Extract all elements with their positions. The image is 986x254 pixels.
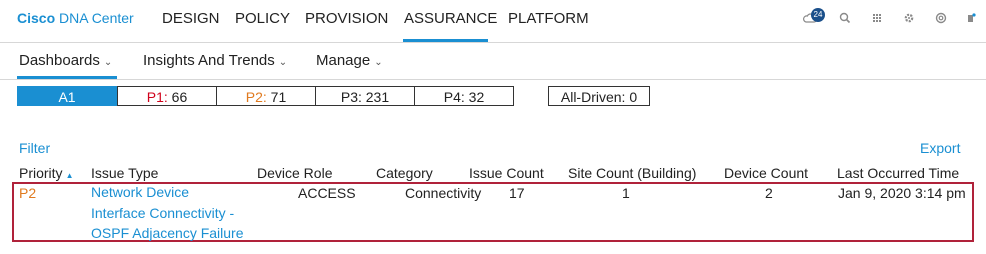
- subnav-dashboards-label: Dashboards: [19, 52, 100, 69]
- chevron-down-icon: ⌄: [103, 57, 113, 68]
- p2-count: 71: [266, 89, 287, 105]
- column-header-category[interactable]: Category: [376, 165, 433, 181]
- nav-assurance[interactable]: ASSURANCE: [404, 10, 497, 27]
- nav-provision[interactable]: PROVISION: [305, 10, 388, 27]
- subnav-active-indicator: [17, 76, 117, 79]
- column-header-site-count[interactable]: Site Count (Building): [568, 165, 696, 181]
- notification-count-badge: 24: [811, 8, 825, 22]
- p1-label: P1:: [146, 89, 168, 105]
- cell-issue-type-line-3[interactable]: OSPF Adjacency Failure: [91, 225, 244, 241]
- brand-bold: Cisco: [17, 10, 56, 26]
- priority-filter-p2[interactable]: P2: 71: [216, 86, 316, 106]
- export-link[interactable]: Export: [920, 140, 960, 156]
- chevron-down-icon: ⌄: [374, 57, 383, 68]
- cell-device-role: ACCESS: [298, 185, 356, 201]
- priority-filter-p3[interactable]: P3: 231: [315, 86, 415, 106]
- cell-issue-type-line-1[interactable]: Network Device: [91, 184, 189, 200]
- nav-policy[interactable]: POLICY: [235, 10, 290, 27]
- filter-link[interactable]: Filter: [19, 140, 50, 156]
- cell-priority: P2: [19, 185, 37, 201]
- column-header-device-role[interactable]: Device Role: [257, 165, 332, 181]
- search-icon[interactable]: [838, 11, 852, 25]
- cell-issue-count: 17: [509, 185, 525, 201]
- column-priority-label: Priority: [19, 165, 63, 181]
- sort-ascending-icon: ▲: [65, 171, 74, 180]
- cell-site-count: 1: [622, 185, 630, 201]
- p1-count: 66: [167, 89, 188, 105]
- subnav-insights-label: Insights And Trends: [143, 52, 275, 69]
- help-lifebuoy-icon[interactable]: [934, 11, 948, 25]
- column-header-device-count[interactable]: Device Count: [724, 165, 808, 181]
- column-header-issue-count[interactable]: Issue Count: [469, 165, 544, 181]
- brand-logo[interactable]: Cisco DNA Center: [17, 10, 134, 26]
- user-flag-icon[interactable]: [964, 11, 978, 25]
- subnav-dashboards[interactable]: Dashboards ⌄: [19, 52, 112, 69]
- priority-filter-p4[interactable]: P4: 32: [414, 86, 514, 106]
- nav-platform[interactable]: PLATFORM: [508, 10, 589, 27]
- chevron-down-icon: ⌄: [278, 57, 288, 68]
- p2-label: P2:: [245, 89, 267, 105]
- priority-filter-p1[interactable]: P1: 66: [117, 86, 217, 106]
- priority-filter-a1[interactable]: A1: [17, 86, 117, 106]
- column-header-issue-type[interactable]: Issue Type: [91, 165, 158, 181]
- cell-issue-type-line-2[interactable]: Interface Connectivity -: [91, 205, 234, 221]
- top-navigation: Cisco DNA Center DESIGN POLICY PROVISION…: [0, 0, 986, 43]
- all-driven-filter[interactable]: All-Driven: 0: [548, 86, 650, 106]
- brand-name: DNA Center: [55, 10, 134, 26]
- apps-grid-icon[interactable]: [870, 11, 884, 25]
- subnav-insights-trends[interactable]: Insights And Trends ⌄: [143, 52, 287, 69]
- subnav-manage[interactable]: Manage ⌄: [316, 52, 383, 69]
- cell-device-count: 2: [765, 185, 773, 201]
- gear-icon[interactable]: [902, 11, 916, 25]
- sub-navigation: Dashboards ⌄ Insights And Trends ⌄ Manage ⌄: [0, 42, 986, 80]
- column-header-priority[interactable]: Priority ▲: [19, 165, 73, 181]
- column-header-last-occurred[interactable]: Last Occurred Time: [837, 165, 959, 181]
- nav-design[interactable]: DESIGN: [162, 10, 220, 27]
- subnav-manage-label: Manage: [316, 52, 371, 69]
- cell-category: Connectivity: [405, 185, 482, 201]
- cell-last-occurred: Jan 9, 2020 3:14 pm: [838, 185, 966, 201]
